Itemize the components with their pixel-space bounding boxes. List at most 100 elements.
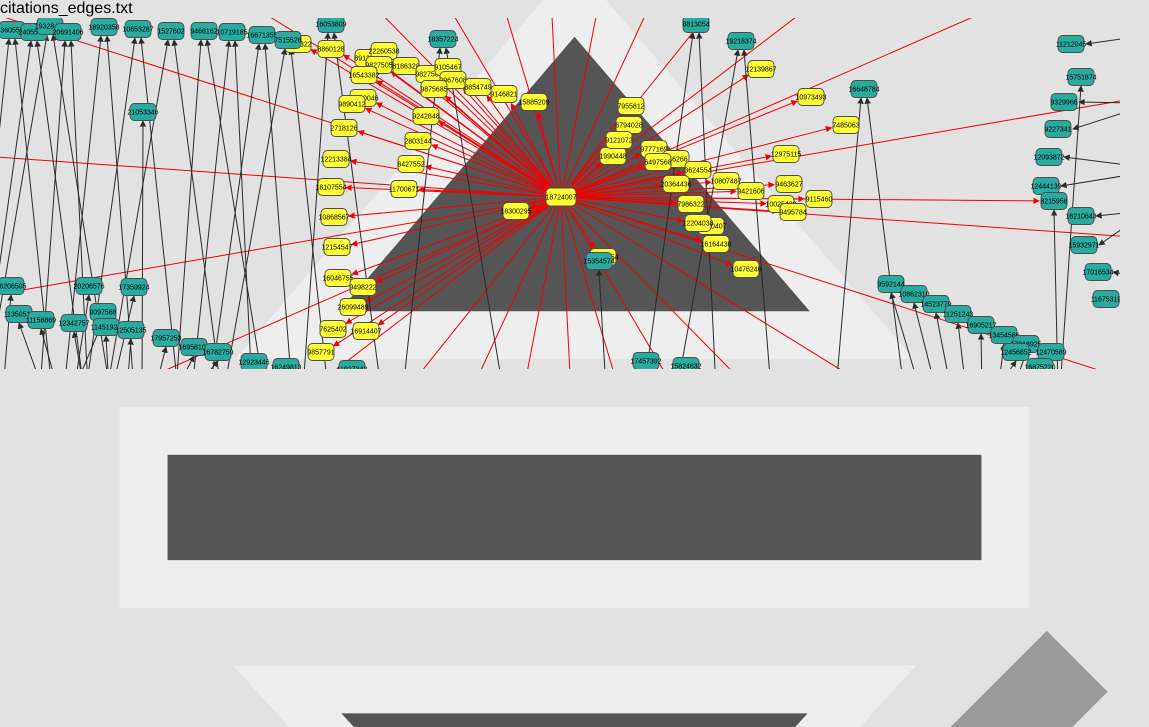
graph-edge[interactable] bbox=[981, 334, 982, 369]
graph-node-label: 9242848 bbox=[412, 114, 439, 121]
graph-node-label: 7485063 bbox=[832, 123, 859, 130]
graph-edge[interactable] bbox=[561, 18, 1120, 197]
graph-node-label: 9857791 bbox=[307, 350, 334, 357]
graph-node-label: 12975115 bbox=[771, 152, 802, 159]
graph-edge[interactable] bbox=[561, 197, 632, 369]
graph-node-label: 12505135 bbox=[115, 328, 146, 335]
graph-edge[interactable] bbox=[376, 103, 546, 190]
graph-node-label: 16782759 bbox=[202, 350, 233, 357]
graph-node-label: 10868567 bbox=[318, 215, 349, 222]
graph-node-label: 8427552 bbox=[397, 162, 424, 169]
graph-edge[interactable] bbox=[561, 18, 1120, 197]
graph-node-label: 1527602 bbox=[157, 29, 184, 36]
graph-node-label: 12154547 bbox=[321, 245, 352, 252]
graph-node-label: 20364436 bbox=[660, 182, 691, 189]
graph-edge[interactable] bbox=[155, 347, 166, 369]
graph-node-label: 8813054 bbox=[682, 22, 709, 29]
graph-node-label: 9466162 bbox=[190, 29, 217, 36]
graph-edge[interactable] bbox=[176, 40, 201, 369]
graph-node-label: 11700671 bbox=[389, 187, 420, 194]
graph-node-label: 9421606 bbox=[737, 189, 764, 196]
graph-node-label: 1990448 bbox=[599, 154, 626, 161]
graph-edge[interactable] bbox=[207, 40, 264, 369]
graph-node-label: 8860128 bbox=[317, 47, 344, 54]
graph-edge[interactable] bbox=[561, 197, 1120, 295]
graph-node-label: 10807487 bbox=[710, 179, 741, 186]
graph-node-label: 9875685 bbox=[420, 87, 447, 94]
graph-node-label: 17359924 bbox=[118, 285, 149, 292]
graph-edge[interactable] bbox=[1096, 212, 1120, 216]
graph-node-label: 22260538 bbox=[368, 49, 399, 56]
graph-node-label: 11156869 bbox=[26, 318, 56, 325]
graph-edge[interactable] bbox=[958, 323, 966, 369]
citation-graph[interactable]: 7963822886012889129342226053898275051654… bbox=[0, 18, 1120, 369]
graph-node-label: 26206505 bbox=[0, 284, 27, 291]
graph-node-label: 9146821 bbox=[490, 92, 517, 99]
graph-node-label: 16648784 bbox=[848, 87, 879, 94]
graph-node-label: 18357224 bbox=[427, 37, 458, 44]
graph-node-label: 11675319 bbox=[1091, 297, 1120, 304]
network-window-title: citations_edges.txt bbox=[0, 0, 1149, 18]
graph-edge[interactable] bbox=[1086, 37, 1120, 44]
graph-node-label: 12444139 bbox=[1030, 184, 1061, 191]
graph-node-label: 2718126 bbox=[330, 126, 357, 133]
graph-node-label: 7955812 bbox=[617, 104, 644, 111]
graph-edge[interactable] bbox=[303, 33, 328, 369]
graph-edge[interactable] bbox=[1064, 157, 1120, 166]
graph-node-label: 18107554 bbox=[315, 185, 346, 192]
graph-edge[interactable] bbox=[358, 131, 545, 192]
graph-node-label: 9498222 bbox=[349, 285, 376, 292]
graph-edge[interactable] bbox=[127, 339, 131, 369]
graph-node-label: 12342757 bbox=[58, 321, 89, 328]
graph-edge[interactable] bbox=[1113, 272, 1120, 276]
graph-node-label: 9592144 bbox=[877, 282, 904, 289]
graph-node-label: 18724007 bbox=[545, 195, 576, 202]
graph-node-label: 10653287 bbox=[122, 27, 153, 34]
graph-edge[interactable] bbox=[366, 108, 547, 190]
graph-node-label: 12456852 bbox=[1000, 350, 1031, 357]
graph-edge[interactable] bbox=[1073, 109, 1120, 129]
graph-node-label: 12139867 bbox=[745, 67, 776, 74]
network-window-titlebar[interactable]: citations_edges.txt bbox=[0, 0, 1149, 18]
graph-node-label: 12093872 bbox=[1033, 155, 1064, 162]
graph-edge[interactable] bbox=[106, 336, 109, 369]
graph-node-label: 11212045 bbox=[1056, 42, 1087, 49]
graph-node-label: 8854749 bbox=[464, 85, 491, 92]
graph-node-label: 9329966 bbox=[1050, 100, 1077, 107]
graph-edge[interactable] bbox=[599, 270, 606, 369]
graph-edge[interactable] bbox=[561, 18, 1120, 197]
graph-node-label: 12213384 bbox=[320, 157, 351, 164]
graph-node-label: 16046755 bbox=[322, 276, 353, 283]
graph-edge[interactable] bbox=[19, 323, 43, 369]
graph-node-label: 9495784 bbox=[779, 210, 806, 217]
graph-edge[interactable] bbox=[1099, 220, 1120, 245]
graph-node-label: 15354574 bbox=[583, 259, 614, 266]
graph-node-label: 6794028 bbox=[615, 123, 642, 130]
graph-node-label: 20206576 bbox=[73, 284, 104, 291]
graph-node-label: 9097588 bbox=[89, 310, 116, 317]
graph-edge[interactable] bbox=[996, 361, 1016, 369]
network-canvas[interactable]: 7963822886012889129342226053898275051654… bbox=[0, 18, 1149, 727]
graph-node-label: 12204038 bbox=[682, 221, 713, 228]
network-desktop: citations_edges.txt 79638228860128891293… bbox=[0, 0, 1149, 400]
graph-node-label: 18920358 bbox=[88, 25, 119, 32]
graph-edge[interactable] bbox=[224, 49, 285, 369]
network-window: citations_edges.txt 79638228860128891293… bbox=[0, 0, 1149, 727]
graph-node-label: 10476246 bbox=[730, 267, 761, 274]
graph-edge[interactable] bbox=[561, 18, 1120, 197]
graph-node-label: 3624554 bbox=[684, 168, 711, 175]
window-resize-grip[interactable] bbox=[0, 374, 1149, 727]
graph-node-label: 9890412 bbox=[338, 102, 365, 109]
graph-edge[interactable] bbox=[235, 41, 252, 369]
graph-node-label: 12470589 bbox=[1035, 350, 1066, 357]
graph-node-label: 7625402 bbox=[319, 327, 346, 334]
graph-node-label: 8215958 bbox=[1040, 199, 1067, 206]
graph-node-label: 15932971 bbox=[1068, 243, 1099, 250]
graph-node-label: 21053346 bbox=[127, 110, 158, 117]
graph-edge[interactable] bbox=[1061, 174, 1120, 186]
graph-node-label: 17016534 bbox=[1082, 270, 1113, 277]
graph-edge[interactable] bbox=[1079, 102, 1120, 103]
graph-edge[interactable] bbox=[561, 18, 1120, 197]
graph-node-label: 9115460 bbox=[806, 197, 833, 204]
graph-edge[interactable] bbox=[836, 98, 861, 369]
